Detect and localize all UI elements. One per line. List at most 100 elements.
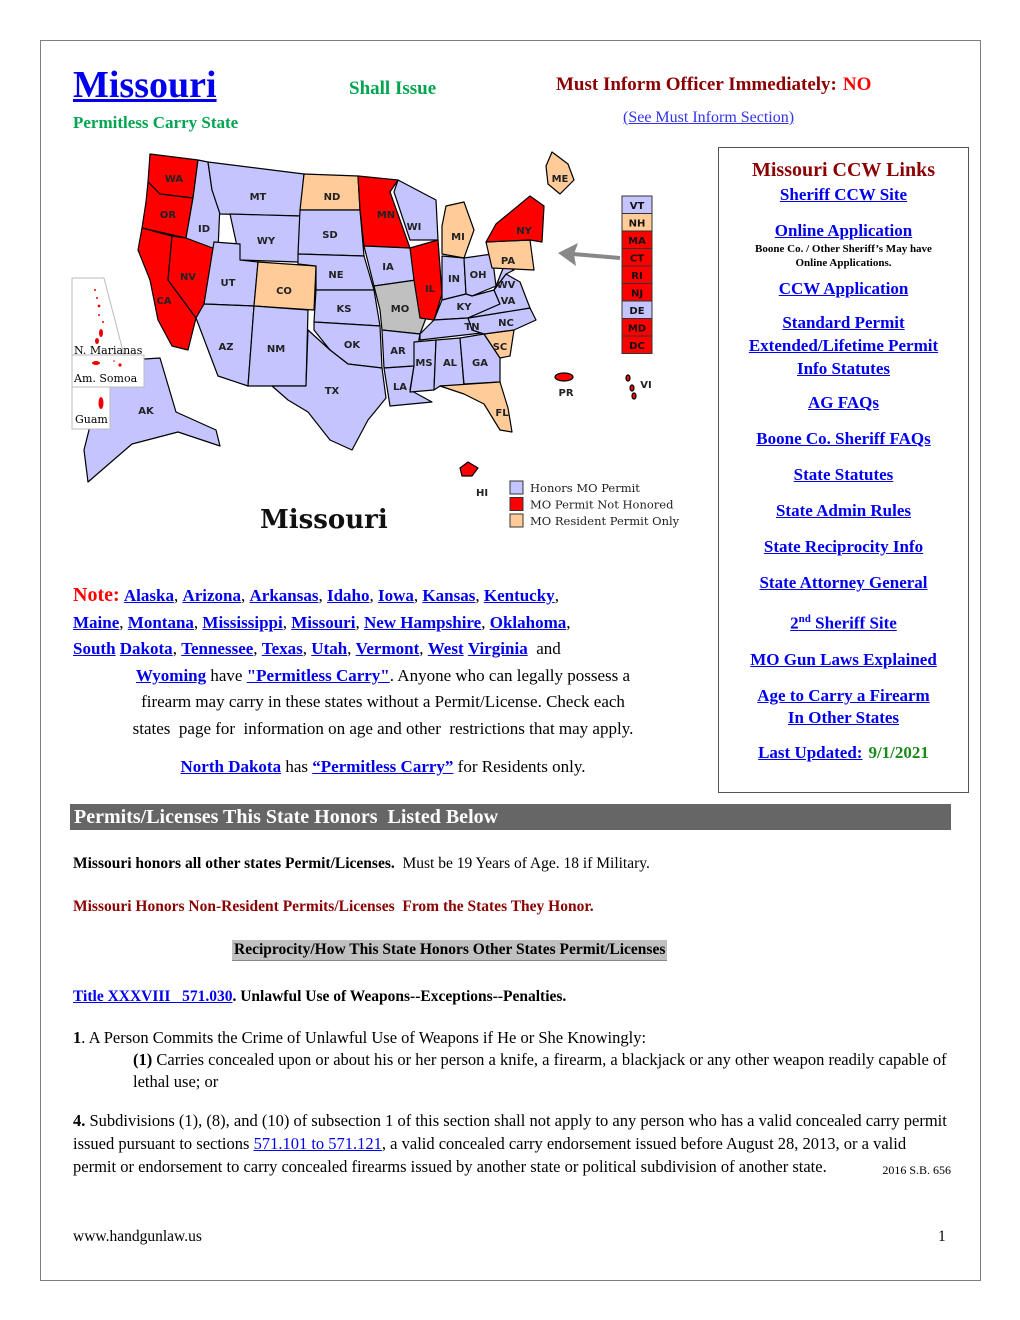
territory-vi-island (629, 384, 635, 392)
state-attorney-general-link[interactable]: State Attorney General (719, 572, 968, 594)
state-title-link[interactable]: Missouri (73, 64, 217, 106)
state-label-wi: WI (407, 222, 422, 233)
ne-box-label-vt: VT (630, 201, 645, 212)
state-link-oklahoma[interactable]: Oklahoma (490, 613, 567, 632)
links-box-title: Missouri CCW Links (751, 159, 935, 181)
state-link-dakota[interactable]: Dakota (120, 639, 173, 658)
state-label-mi: MI (451, 232, 465, 243)
sections-571-link[interactable]: 571.101 to 571.121 (254, 1134, 382, 1153)
territory-label-vi: VI (640, 380, 651, 391)
state-label-ia: IA (382, 262, 394, 273)
second-sheriff-rest: Sheriff Site (810, 613, 897, 633)
state-label-nv: NV (180, 272, 196, 283)
ne-box-label-nh: NH (629, 219, 646, 230)
permitless-carry-link[interactable]: "Permitless Carry" (247, 666, 390, 685)
state-link-idaho[interactable]: Idaho (327, 586, 370, 605)
state-label-sc: SC (493, 342, 508, 353)
state-link-wyoming[interactable]: Wyoming (136, 666, 206, 685)
see-must-inform: (See Must Inform Section) (623, 109, 794, 127)
map-title: Missouri (260, 505, 388, 535)
last-updated: Last Updated: 9/1/2021 (719, 743, 968, 763)
mo-gun-laws-explained-link[interactable]: MO Gun Laws Explained (719, 649, 968, 671)
state-link-missouri[interactable]: Missouri (291, 613, 355, 632)
note-line-2: Maine, Montana, Mississippi, Missouri, N… (73, 612, 571, 632)
extended-lifetime-permit-link[interactable]: Extended/Lifetime Permit (719, 335, 968, 357)
online-application-link[interactable]: Online Application (719, 220, 968, 242)
state-link-arizona[interactable]: Arizona (182, 586, 241, 605)
state-link-arkansas[interactable]: Arkansas (250, 586, 319, 605)
standard-permit-link[interactable]: Standard Permit (719, 312, 968, 334)
second-sheriff-num: 2 (790, 613, 799, 633)
see-must-inform-link[interactable]: (See Must Inform Section) (623, 109, 794, 126)
ne-box-label-md: MD (628, 324, 646, 335)
state-link-tennessee[interactable]: Tennessee (181, 639, 253, 658)
second-sheriff-sup: nd (798, 613, 811, 625)
last-updated-link[interactable]: Last Updated: (758, 743, 862, 762)
state-label-ak: AK (138, 406, 155, 417)
ne-box-label-ct: CT (630, 254, 644, 265)
state-label-co: CO (276, 286, 292, 297)
state-admin-rules-link[interactable]: State Admin Rules (719, 500, 968, 522)
honors-statement-age: Must be 19 Years of Age. 18 if Military. (402, 855, 650, 872)
ne-box-label-nj: NJ (631, 289, 643, 300)
state-label-nc: NC (498, 318, 514, 329)
state-link-vermont[interactable]: Vermont (356, 639, 420, 658)
state-label-tx: TX (325, 386, 340, 397)
state-link-iowa[interactable]: Iowa (378, 586, 414, 605)
north-dakota-link[interactable]: North Dakota (181, 757, 282, 776)
state-link-alaska[interactable]: Alaska (124, 586, 174, 605)
page-number: 1 (938, 1228, 946, 1245)
statute-title-text: . Unlawful Use of Weapons--Exceptions--P… (232, 988, 567, 1005)
last-updated-date: 9/1/2021 (868, 742, 929, 762)
nd-permitless-link[interactable]: “Permitless Carry” (312, 757, 453, 776)
reciprocity-map-svg: WA OR CA NV ID MT WY UT CO AZ NM ND SD NE KS OK TX MN IA MO… (71, 151, 680, 535)
state-hi (459, 461, 479, 477)
online-application-note-2: Online Applications. (795, 257, 892, 269)
note-line-1: Note: Alaska, Arizona, Arkansas, Idaho, … (73, 584, 559, 606)
sheriff-ccw-site-link[interactable]: Sheriff CCW Site (719, 184, 968, 206)
state-label-il: IL (425, 284, 436, 295)
state-label-va: VA (501, 296, 516, 307)
boone-sheriff-faqs-link[interactable]: Boone Co. Sheriff FAQs (719, 428, 968, 450)
note-line-3: South Dakota, Tennessee, Texas, Utah, Ve… (73, 639, 561, 658)
state-label-ok: OK (344, 340, 362, 351)
state-label-mn: MN (377, 210, 395, 221)
state-link-kentucky[interactable]: Kentucky (484, 586, 555, 605)
note-line-6: states page for information on age and o… (132, 718, 634, 738)
territory-label-amsamoa: Am. Somoa (73, 372, 138, 385)
state-link-west[interactable]: West (428, 639, 464, 658)
territory-label-guam: Guam (75, 413, 108, 426)
state-link-south[interactable]: South (73, 639, 116, 658)
statute-title-link[interactable]: Title XXXVIII 571.030 (73, 988, 232, 1005)
state-label-me: ME (552, 174, 569, 185)
north-dakota-note: North Dakota has “Permitless Carry” for … (73, 757, 693, 777)
statute-title: Title XXXVIII 571.030. Unlawful Use of W… (73, 988, 566, 1006)
state-link-montana[interactable]: Montana (128, 613, 194, 632)
territory-label-pr: PR (558, 388, 573, 399)
state-link-texas[interactable]: Texas (262, 639, 303, 658)
territory-label-nmarianas: N. Marianas (74, 344, 143, 357)
state-link-mississippi[interactable]: Mississippi (202, 613, 282, 632)
second-sheriff-site-link[interactable]: 2nd Sheriff Site (719, 608, 968, 635)
state-label-nd: ND (324, 192, 341, 203)
legend-swatch-resident-only (509, 513, 524, 528)
must-inform-label: Must Inform Officer Immediately: (556, 74, 837, 95)
state-statutes-link[interactable]: State Statutes (719, 464, 968, 486)
info-statutes-link[interactable]: Info Statutes (719, 358, 968, 380)
ccw-application-link[interactable]: CCW Application (719, 278, 968, 300)
state-link-virginia[interactable]: Virginia (468, 639, 528, 658)
state-link-kansas[interactable]: Kansas (422, 586, 475, 605)
state-label-mt: MT (250, 192, 267, 203)
territory-pr (554, 372, 574, 382)
state-link-utah[interactable]: Utah (311, 639, 347, 658)
note-label: Note: (73, 584, 120, 606)
honors-statement-bold: Missouri honors all other states Permit/… (73, 855, 395, 872)
state-link-new-hampshire[interactable]: New Hampshire (364, 613, 481, 632)
honors-statement: Missouri honors all other states Permit/… (73, 855, 650, 873)
ag-faqs-link[interactable]: AG FAQs (719, 392, 968, 414)
carry-status: Permitless Carry State (73, 113, 239, 132)
state-link-maine[interactable]: Maine (73, 613, 119, 632)
issue-type: Shall Issue (349, 78, 437, 99)
age-to-carry-link[interactable]: Age to Carry a Firearm In Other States (719, 685, 968, 729)
state-reciprocity-info-link[interactable]: State Reciprocity Info (719, 536, 968, 558)
